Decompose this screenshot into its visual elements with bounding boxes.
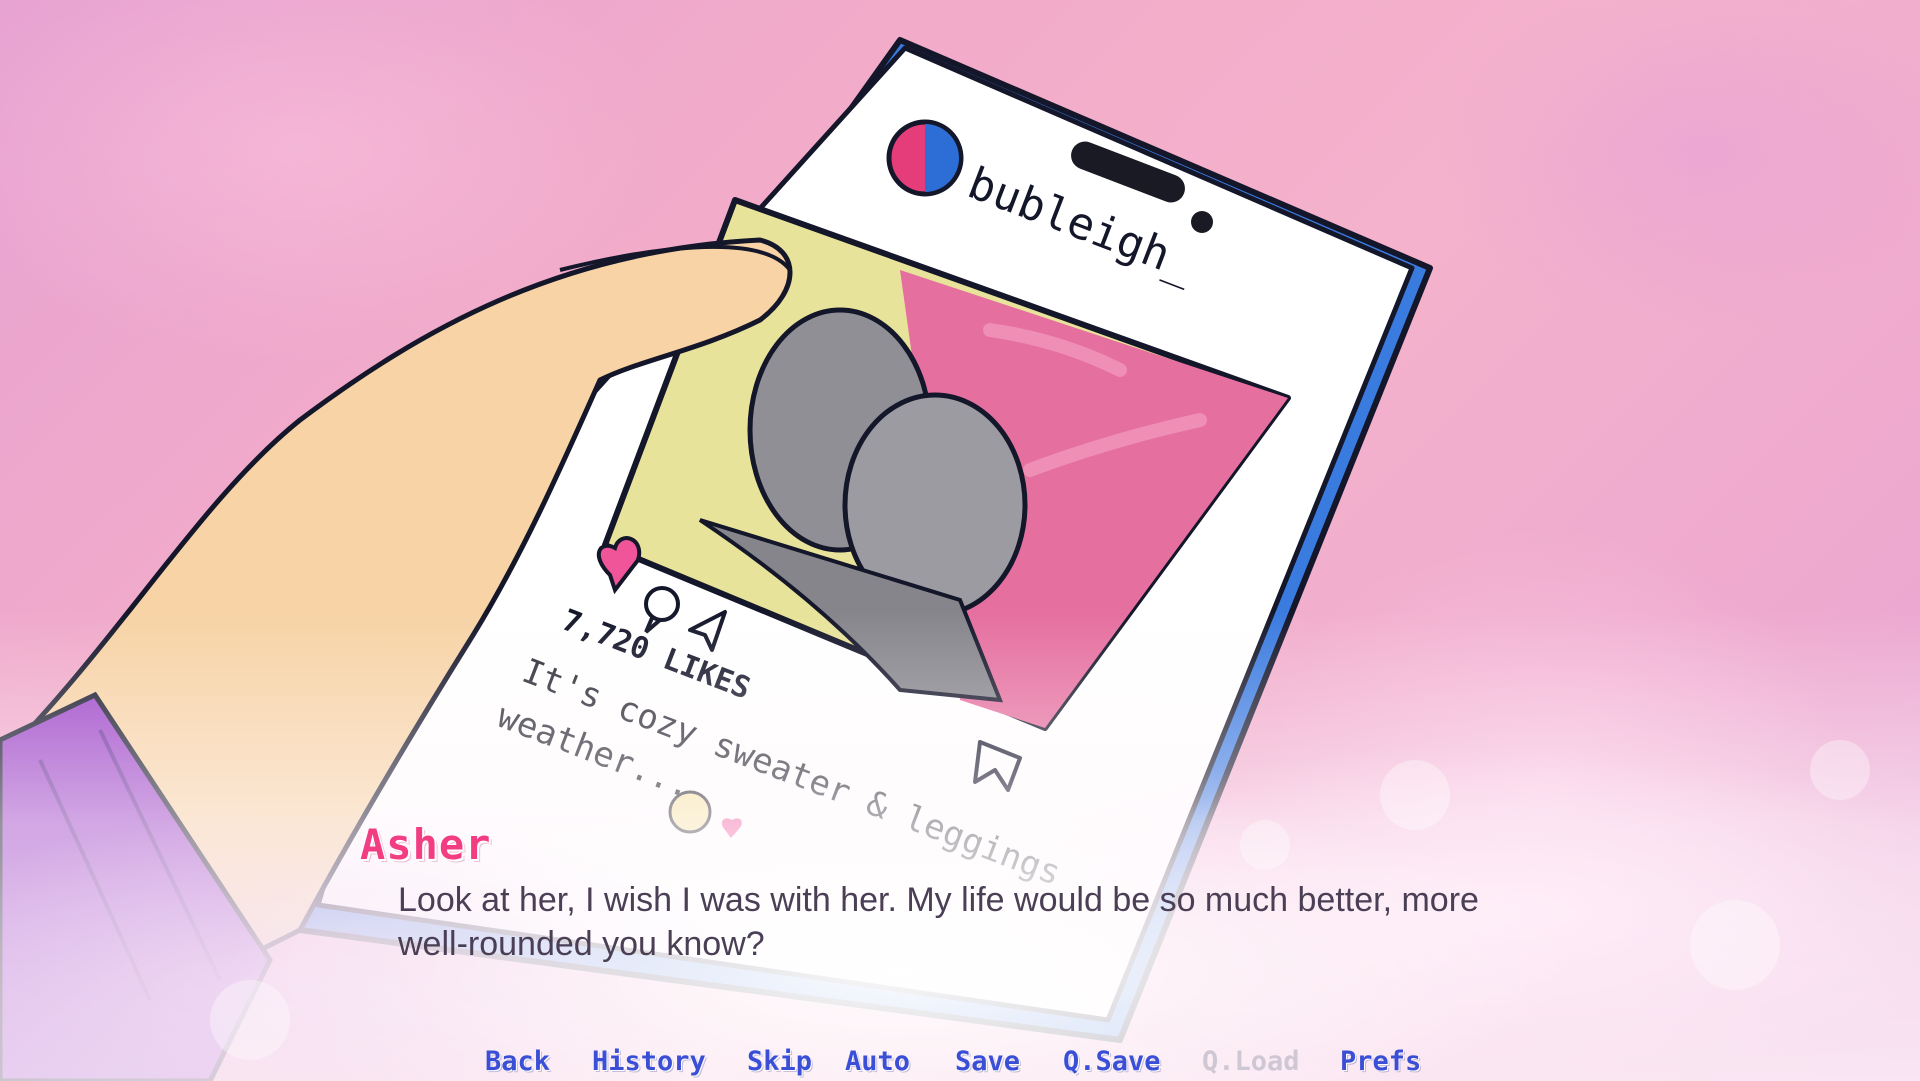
quick-menu: Back History Skip Auto Save Q.Save Q.Loa… [0,1046,1920,1077]
speaker-name: Asher [360,820,492,869]
auto-button[interactable]: Auto [845,1046,910,1077]
dialogue-box[interactable]: Asher Look at her, I wish I was with her… [0,800,1920,1040]
quick-load-button: Q.Load [1202,1046,1300,1077]
avatar-icon [886,119,964,197]
history-button[interactable]: History [592,1046,706,1077]
prefs-button[interactable]: Prefs [1340,1046,1421,1077]
back-button[interactable]: Back [485,1046,550,1077]
skip-button[interactable]: Skip [747,1046,812,1077]
quick-save-button[interactable]: Q.Save [1063,1046,1161,1077]
dialogue-text: Look at her, I wish I was with her. My l… [398,881,1479,963]
save-button[interactable]: Save [955,1046,1020,1077]
